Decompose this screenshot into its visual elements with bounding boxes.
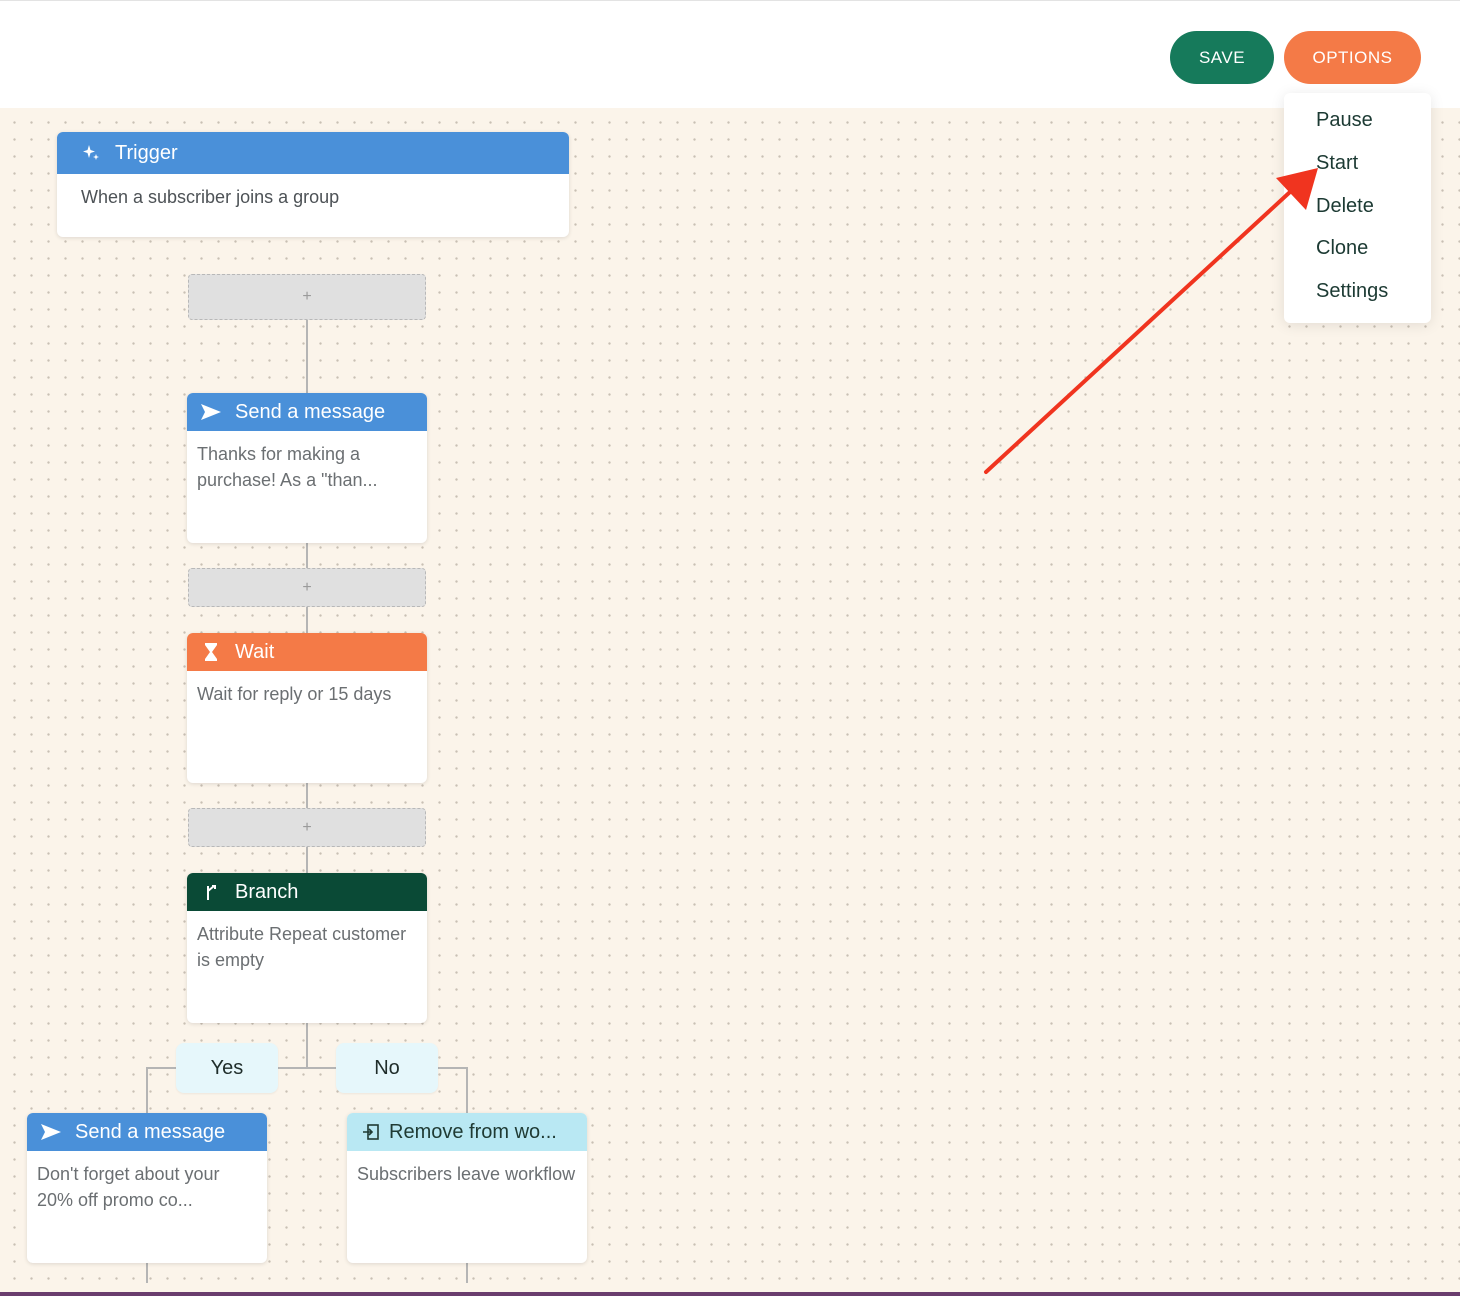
hourglass-icon	[199, 640, 223, 664]
connector-line	[146, 1263, 148, 1283]
remove-header: Remove from wo...	[347, 1113, 587, 1151]
remove-body: Subscribers leave workflow	[357, 1164, 576, 1184]
send-message-node[interactable]: Send a message Don't forget about your 2…	[27, 1113, 267, 1263]
connector-line	[306, 320, 308, 393]
branch-title: Branch	[235, 880, 299, 903]
connector-line	[306, 783, 308, 808]
menu-item-clone[interactable]: Clone	[1316, 237, 1368, 260]
send-message-title: Send a message	[75, 1120, 226, 1143]
connector-line	[466, 1067, 468, 1113]
bottom-edge	[0, 1292, 1460, 1296]
remove-title: Remove from wo...	[389, 1120, 557, 1143]
menu-item-delete[interactable]: Delete	[1316, 195, 1374, 218]
branch-yes-label[interactable]: Yes	[176, 1043, 278, 1093]
sparkle-icon	[79, 141, 103, 165]
send-icon	[39, 1120, 63, 1144]
branch-body: Attribute Repeat customer is empty	[197, 924, 407, 970]
connector-line	[306, 543, 308, 568]
send-message-body: Don't forget about your 20% off promo co…	[37, 1164, 220, 1210]
connector-line	[466, 1263, 468, 1283]
send-icon	[199, 400, 223, 424]
wait-node[interactable]: Wait Wait for reply or 15 days	[187, 633, 427, 783]
connector-line	[306, 1023, 308, 1068]
branch-no-label[interactable]: No	[336, 1043, 438, 1093]
options-menu: Pause Start Delete Clone Settings	[1284, 93, 1431, 323]
menu-item-start[interactable]: Start	[1316, 152, 1358, 175]
trigger-body: When a subscriber joins a group	[81, 187, 340, 207]
options-button[interactable]: OPTIONS	[1284, 31, 1421, 84]
trigger-node[interactable]: Trigger When a subscriber joins a group	[57, 132, 569, 237]
branch-header: Branch	[187, 873, 427, 911]
trigger-header: Trigger	[57, 132, 569, 174]
trigger-title: Trigger	[115, 141, 178, 164]
save-button[interactable]: SAVE	[1170, 31, 1274, 84]
exit-icon	[359, 1120, 383, 1144]
connector-line	[146, 1067, 148, 1113]
add-step-button[interactable]: +	[188, 808, 426, 847]
wait-body: Wait for reply or 15 days	[197, 684, 392, 704]
branch-icon	[199, 880, 223, 904]
connector-line	[306, 607, 308, 633]
branch-node[interactable]: Branch Attribute Repeat customer is empt…	[187, 873, 427, 1023]
menu-item-settings[interactable]: Settings	[1316, 280, 1388, 303]
top-bar: SAVE OPTIONS	[0, 0, 1460, 108]
send-message-body: Thanks for making a purchase! As a "than…	[197, 444, 378, 490]
add-step-button[interactable]: +	[188, 274, 426, 320]
remove-from-workflow-node[interactable]: Remove from wo... Subscribers leave work…	[347, 1113, 587, 1263]
wait-header: Wait	[187, 633, 427, 671]
connector-line	[306, 847, 308, 873]
send-message-title: Send a message	[235, 400, 386, 423]
menu-item-pause[interactable]: Pause	[1316, 109, 1373, 132]
wait-title: Wait	[235, 640, 275, 663]
add-step-button[interactable]: +	[188, 568, 426, 607]
send-message-header: Send a message	[27, 1113, 267, 1151]
send-message-header: Send a message	[187, 393, 427, 431]
send-message-node[interactable]: Send a message Thanks for making a purch…	[187, 393, 427, 543]
